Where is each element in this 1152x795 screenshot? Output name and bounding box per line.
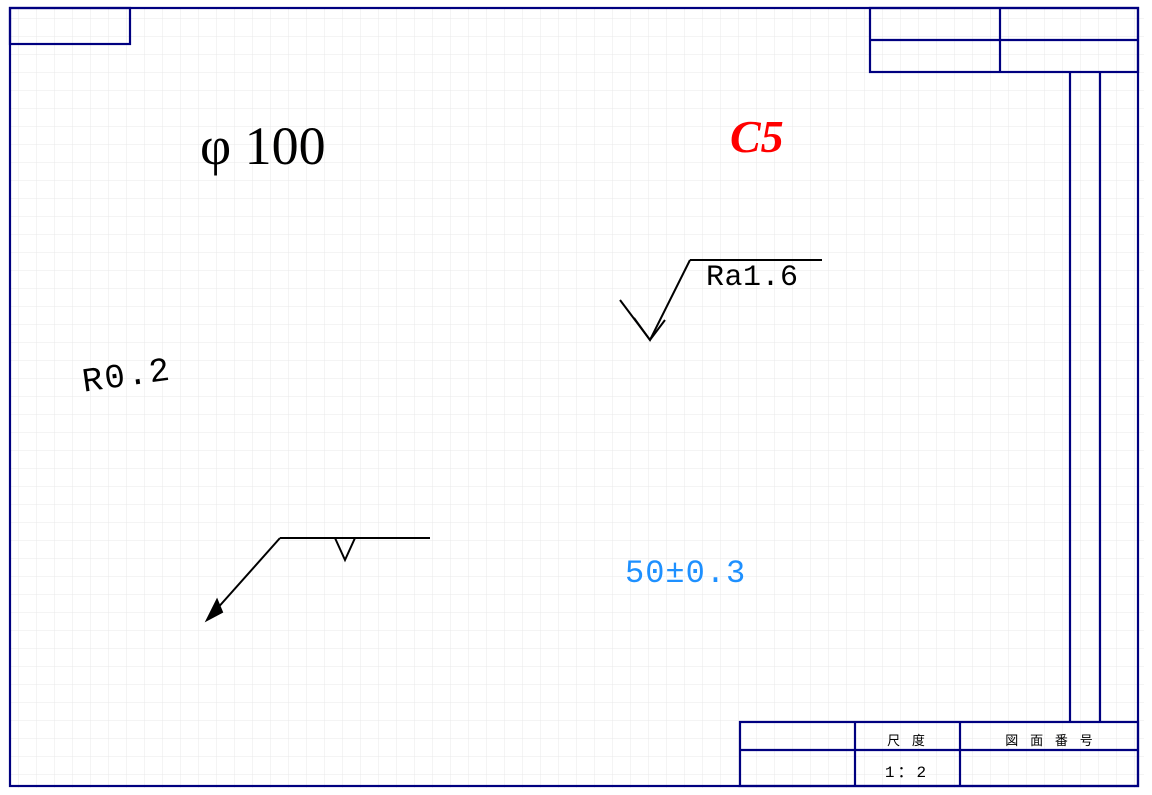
title-block-drawing-number-label: 図 面 番 号 <box>990 730 1110 749</box>
title-block-scale-value: 1：2 <box>867 758 947 782</box>
surface-roughness-annotation: Ra1.6 <box>706 261 799 295</box>
chamfer-annotation: C5 <box>730 110 784 163</box>
title-block-scale-label: 尺 度 <box>867 730 947 749</box>
drawing-canvas: φ 100 C5 Ra1.6 R0.2 50±0.3 尺 度 図 面 番 号 1… <box>0 0 1152 795</box>
tolerance-annotation: 50±0.3 <box>625 555 746 592</box>
diameter-annotation: φ 100 <box>200 115 326 177</box>
drawing-symbols <box>0 0 1152 795</box>
